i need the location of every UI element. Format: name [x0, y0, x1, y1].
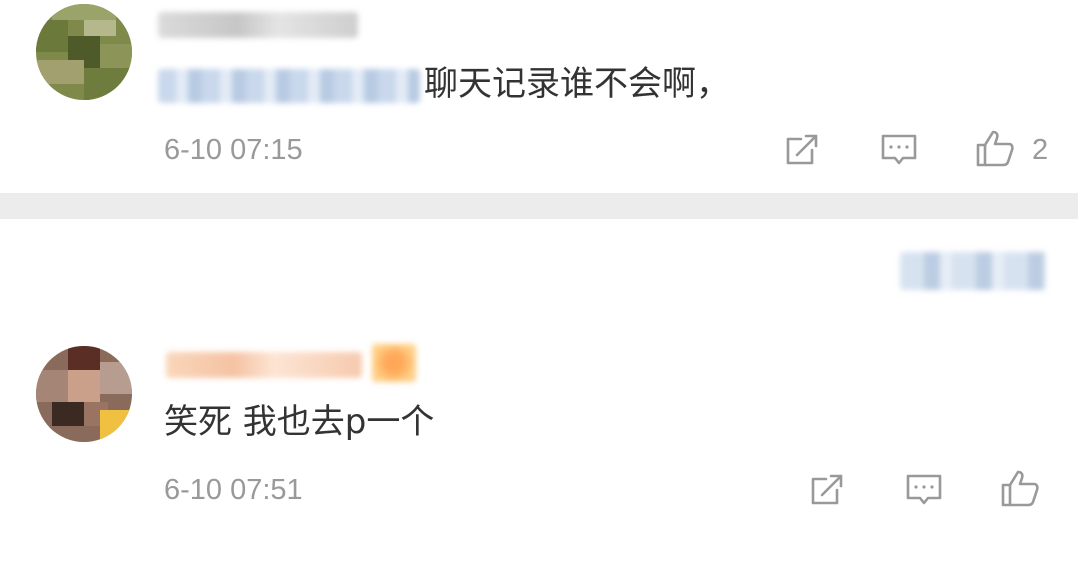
timestamp: 6-10 07:51: [164, 474, 303, 506]
comment-text: 聊天记录谁不会啊，: [158, 64, 730, 104]
username[interactable]: [166, 352, 362, 378]
mention-link[interactable]: [158, 68, 420, 103]
share-button[interactable]: [782, 130, 822, 170]
username[interactable]: [158, 12, 358, 38]
section-divider: [0, 193, 1078, 219]
like-button[interactable]: [975, 128, 1015, 168]
comment-item: 聊天记录谁不会啊， 6-10 07:15 2: [0, 0, 1078, 193]
like-button[interactable]: [1000, 468, 1040, 508]
share-icon: [811, 474, 843, 505]
like-count: 2: [1032, 134, 1049, 166]
thumbs-up-icon: [976, 130, 1014, 167]
user-badge: [372, 344, 416, 382]
comment-body: 聊天记录谁不会啊，: [424, 64, 730, 104]
avatar[interactable]: [36, 346, 132, 442]
blurred-label[interactable]: [900, 252, 1046, 290]
share-button[interactable]: [807, 470, 847, 510]
comment-item: 笑死 我也去p一个 6-10 07:51: [0, 340, 1078, 584]
avatar[interactable]: [36, 4, 132, 100]
comment-icon: [881, 134, 917, 165]
thumbs-up-icon: [1001, 470, 1039, 507]
reply-button[interactable]: [879, 130, 919, 170]
comment-text: 笑死 我也去p一个: [164, 402, 435, 442]
timestamp: 6-10 07:15: [164, 134, 303, 166]
reply-button[interactable]: [904, 470, 944, 510]
share-icon: [786, 134, 818, 165]
comment-icon: [906, 474, 942, 505]
